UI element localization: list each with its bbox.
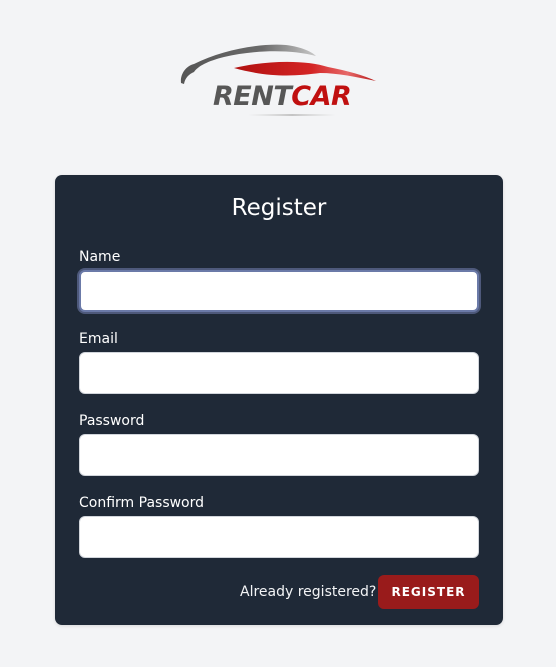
email-label: Email bbox=[79, 331, 118, 347]
logo-wordmark-rent: RENT bbox=[213, 81, 292, 112]
name-field[interactable] bbox=[79, 270, 479, 312]
page-title: Register bbox=[231, 195, 327, 221]
logo-wordmark: RENTCAR bbox=[213, 81, 352, 112]
logo-wordmark-car: CAR bbox=[291, 81, 352, 112]
name-label: Name bbox=[79, 249, 121, 265]
password-label: Password bbox=[79, 413, 145, 429]
register-card: Register Name Email Password Confirm Pas… bbox=[55, 175, 503, 625]
confirm-password-label: Confirm Password bbox=[79, 495, 205, 511]
confirm-password-field[interactable] bbox=[79, 516, 479, 558]
register-button[interactable]: REGISTER bbox=[378, 575, 479, 609]
rentcar-logo: RENTCAR bbox=[178, 40, 378, 120]
already-registered-link[interactable]: Already registered? bbox=[240, 583, 376, 601]
email-field[interactable] bbox=[79, 352, 479, 394]
password-field[interactable] bbox=[79, 434, 479, 476]
